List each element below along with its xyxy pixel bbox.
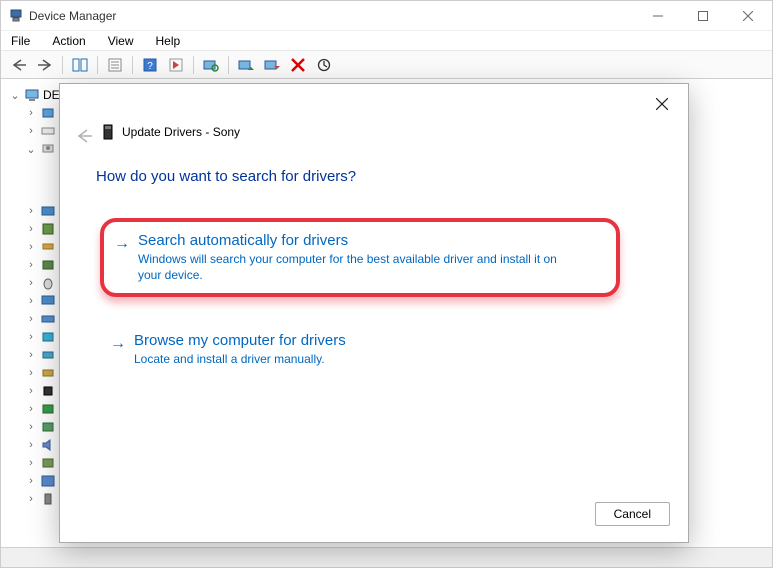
dialog-back-button[interactable]	[72, 124, 96, 148]
expander-icon[interactable]: ›	[25, 295, 37, 307]
toolbar: ?	[1, 51, 772, 79]
close-button[interactable]	[725, 2, 770, 30]
dialog-title: Update Drivers - Sony	[122, 125, 240, 139]
device-icon	[40, 221, 56, 237]
window-controls	[635, 2, 770, 30]
update-drivers-dialog: Update Drivers - Sony How do you want to…	[59, 83, 689, 543]
toolbar-forward-icon[interactable]	[33, 54, 57, 76]
device-icon	[102, 124, 116, 140]
menubar: File Action View Help	[1, 31, 772, 51]
expander-icon[interactable]: ›	[25, 125, 37, 137]
mouse-icon	[40, 275, 56, 291]
window-title: Device Manager	[29, 9, 116, 23]
svg-text:?: ?	[147, 61, 153, 72]
usb-icon	[40, 491, 56, 507]
expander-icon[interactable]: ›	[25, 475, 37, 487]
minimize-button[interactable]	[635, 2, 680, 30]
expander-icon[interactable]: ›	[25, 205, 37, 217]
sound-icon	[40, 437, 56, 453]
storage-icon	[40, 455, 56, 471]
device-icon	[40, 257, 56, 273]
device-icon	[40, 141, 56, 157]
option-title: Search automatically for drivers	[138, 232, 578, 249]
menu-view[interactable]: View	[104, 32, 138, 50]
device-icon	[40, 329, 56, 345]
app-icon	[9, 9, 23, 23]
port-icon	[40, 347, 56, 363]
computer-icon	[24, 87, 40, 103]
expander-icon[interactable]: ›	[25, 223, 37, 235]
expander-icon[interactable]: ›	[25, 277, 37, 289]
expander-icon[interactable]: ⌄	[25, 143, 37, 155]
status-bar	[1, 547, 772, 567]
expander-icon[interactable]: ›	[25, 259, 37, 271]
network-icon	[40, 311, 56, 327]
option-title: Browse my computer for drivers	[134, 332, 346, 349]
toolbar-uninstall-icon[interactable]	[286, 54, 310, 76]
expander-icon[interactable]: ›	[25, 241, 37, 253]
option-browse-computer[interactable]: → Browse my computer for drivers Locate …	[100, 322, 620, 377]
dialog-heading: How do you want to search for drivers?	[96, 168, 356, 185]
dialog-close-button[interactable]	[648, 92, 676, 116]
expander-icon[interactable]: ›	[25, 313, 37, 325]
monitor-icon	[40, 293, 56, 309]
dialog-header: Update Drivers - Sony	[102, 124, 240, 140]
expander-icon[interactable]: ›	[25, 367, 37, 379]
expander-icon[interactable]: ›	[25, 331, 37, 343]
toolbar-help-icon[interactable]: ?	[138, 54, 162, 76]
menu-action[interactable]: Action	[48, 32, 89, 50]
toolbar-back-icon[interactable]	[7, 54, 31, 76]
expander-icon[interactable]: ›	[25, 421, 37, 433]
expander-icon[interactable]: ›	[25, 349, 37, 361]
toolbar-scan-icon[interactable]	[199, 54, 223, 76]
toolbar-action-icon[interactable]	[164, 54, 188, 76]
option-description: Locate and install a driver manually.	[134, 351, 346, 367]
device-icon	[40, 239, 56, 255]
device-icon	[40, 105, 56, 121]
cancel-button[interactable]: Cancel	[595, 502, 670, 526]
toolbar-refresh-icon[interactable]	[312, 54, 336, 76]
device-icon	[40, 203, 56, 219]
expander-icon[interactable]: ›	[25, 385, 37, 397]
expander-icon[interactable]: ›	[25, 403, 37, 415]
processor-icon	[40, 383, 56, 399]
menu-file[interactable]: File	[7, 32, 34, 50]
toolbar-show-hide-icon[interactable]	[68, 54, 92, 76]
toolbar-properties-icon[interactable]	[103, 54, 127, 76]
menu-help[interactable]: Help	[152, 32, 185, 50]
tree-root-label: DE	[43, 88, 60, 102]
arrow-right-icon: →	[114, 235, 130, 283]
maximize-button[interactable]	[680, 2, 725, 30]
expander-icon[interactable]: ⌄	[9, 89, 21, 101]
titlebar: Device Manager	[1, 1, 772, 31]
expander-icon[interactable]: ›	[25, 457, 37, 469]
toolbar-disable-icon[interactable]	[260, 54, 284, 76]
option-search-automatically[interactable]: → Search automatically for drivers Windo…	[100, 218, 620, 297]
device-icon	[40, 401, 56, 417]
expander-icon[interactable]: ›	[25, 493, 37, 505]
toolbar-update-driver-icon[interactable]	[234, 54, 258, 76]
printer-icon	[40, 365, 56, 381]
arrow-right-icon: →	[110, 335, 126, 367]
expander-icon[interactable]: ›	[25, 107, 37, 119]
device-icon	[40, 123, 56, 139]
expander-icon[interactable]: ›	[25, 439, 37, 451]
device-icon	[40, 419, 56, 435]
option-description: Windows will search your computer for th…	[138, 251, 578, 283]
system-icon	[40, 473, 56, 489]
